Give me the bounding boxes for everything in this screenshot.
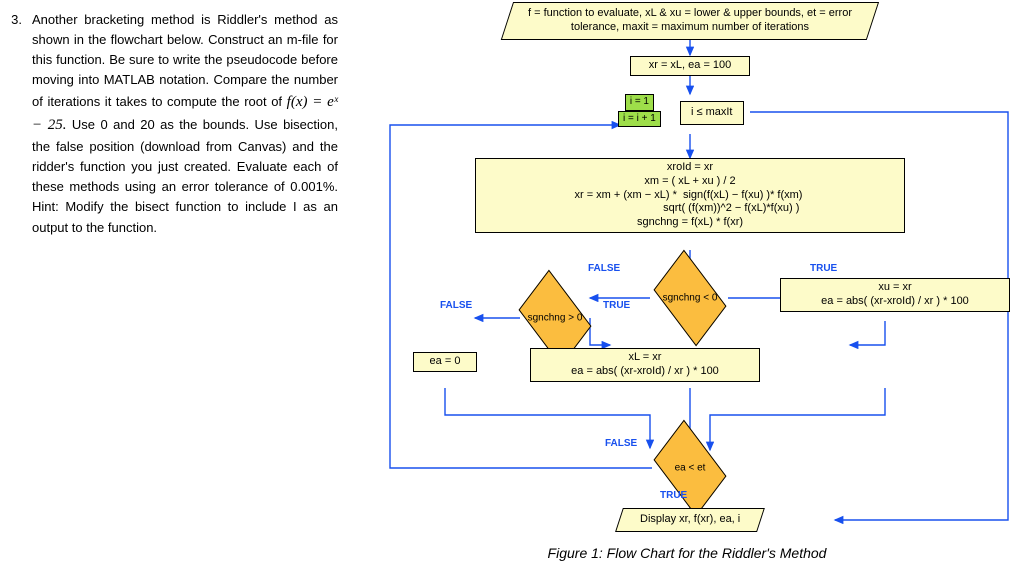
io-output-text: Display xr, f(xr), ea, i [640,513,740,527]
decision-ea-lt-et: ea < et [655,443,725,493]
xu-text: xu = xr ea = abs( (xr-xroId) / xr ) * 10… [821,281,969,309]
xl-box: xL = xr ea = abs( (xr-xroId) / xr ) * 10… [530,348,760,382]
calc-box: xroId = xr xm = ( xL + xu ) / 2 xr = xm … [475,158,905,233]
loop-header: i = 1 i = i + 1 [618,94,661,127]
edge-false-2: FALSE [440,300,472,311]
xu-box: xu = xr ea = abs( (xr-xroId) / xr ) * 10… [780,278,1010,312]
problem-text-2: Use 0 and 20 as the bounds. Use bisectio… [32,117,338,235]
figure-caption: Figure 1: Flow Chart for the Riddler's M… [350,545,1024,561]
loop-increment: i = i + 1 [618,111,661,128]
init-text: xr = xL, ea = 100 [649,59,732,73]
xl-text: xL = xr ea = abs( (xr-xroId) / xr ) * 10… [571,351,719,379]
edge-true-1: TRUE [810,263,837,274]
ea-zero-box: ea = 0 [413,352,477,372]
sgnchng-gt-label: sgnchng > 0 [528,313,583,324]
sgnchng-lt-label: sgnchng < 0 [663,293,718,304]
io-output: Display xr, f(xr), ea, i [585,508,795,532]
problem-number: 3. [4,10,32,238]
ea-lt-et-label: ea < et [675,463,706,474]
decision-sgnchng-lt-0: sgnchng < 0 [655,273,725,323]
decision-sgnchng-gt-0: sgnchng > 0 [520,293,590,343]
edge-true-3: TRUE [660,490,687,501]
edge-true-2: TRUE [603,300,630,311]
edge-false-1: FALSE [588,263,620,274]
problem-text: 3. Another bracketing method is Riddler'… [0,0,350,580]
loop-cond-text: i ≤ maxIt [691,106,733,120]
flowchart: f = function to evaluate, xL & xu = lowe… [350,0,1024,580]
init-box: xr = xL, ea = 100 [630,56,750,76]
calc-text: xroId = xr xm = ( xL + xu ) / 2 xr = xm … [574,161,805,230]
io-input-text: f = function to evaluate, xL & xu = lowe… [528,7,852,35]
io-input: f = function to evaluate, xL & xu = lowe… [470,2,910,40]
edge-false-3: FALSE [605,438,637,449]
ea-zero-text: ea = 0 [430,355,461,369]
loop-i-eq-1: i = 1 [625,94,654,111]
loop-condition: i ≤ maxIt [680,101,744,125]
problem-body: Another bracketing method is Riddler's m… [32,10,338,238]
